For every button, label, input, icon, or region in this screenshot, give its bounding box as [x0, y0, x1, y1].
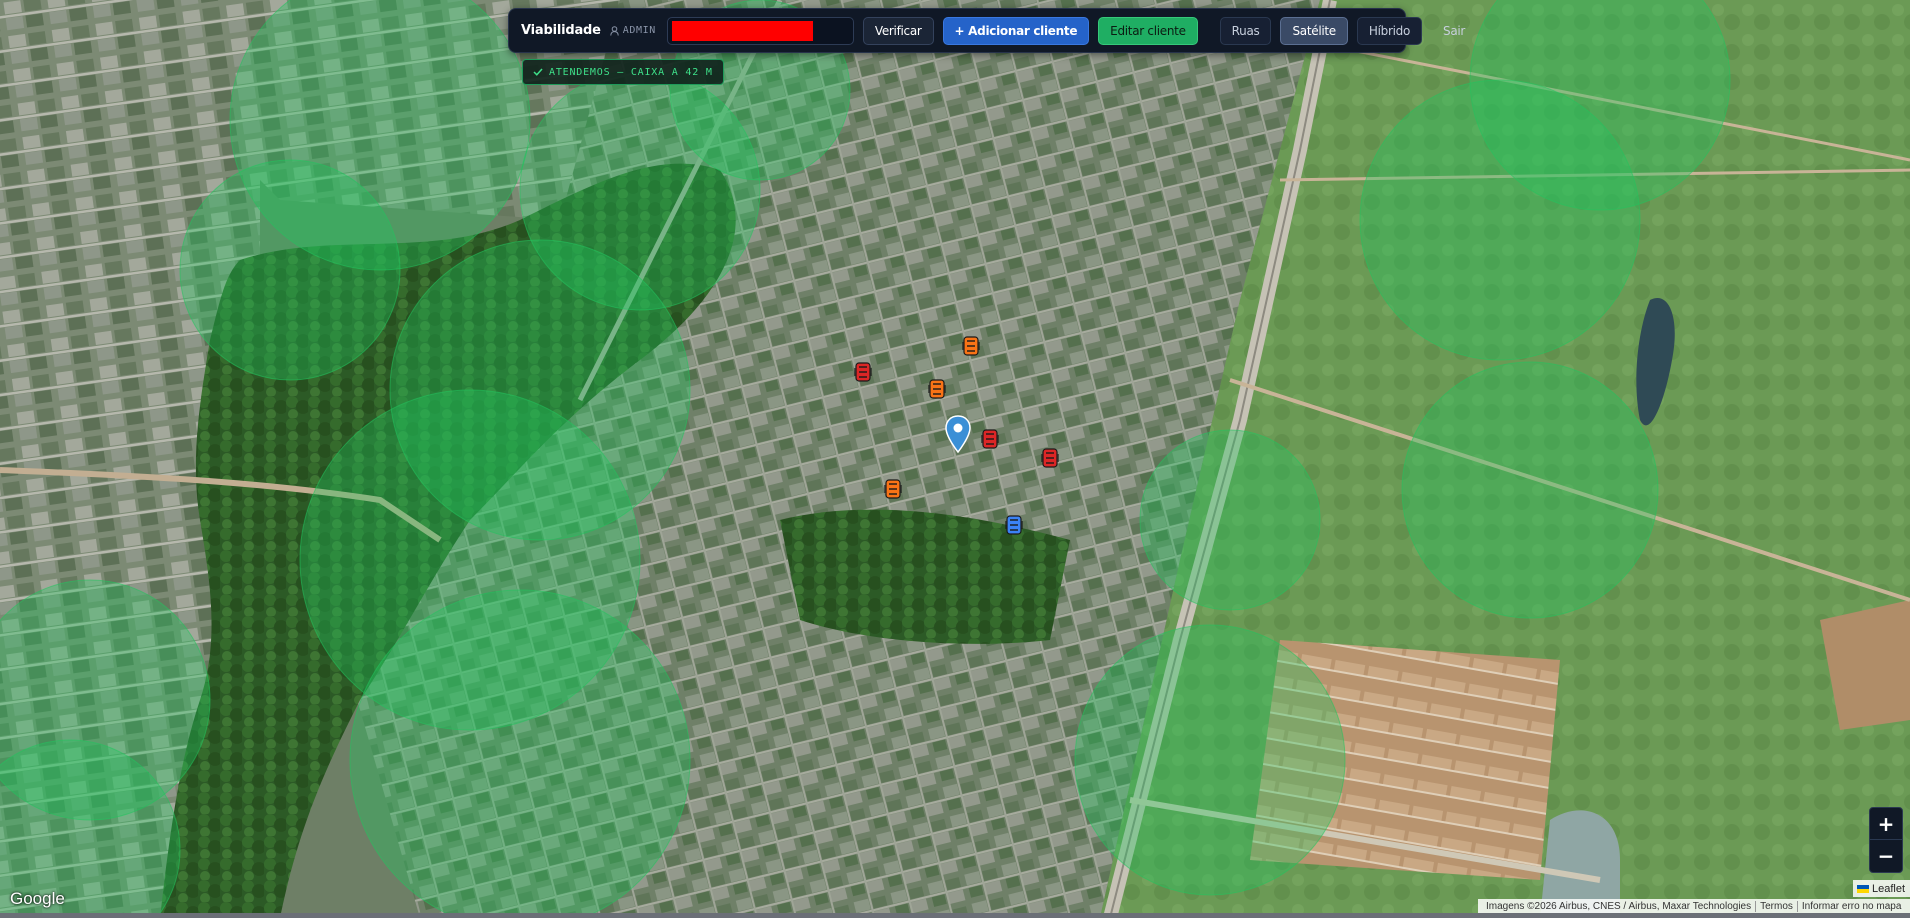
status-text: ATENDEMOS — CAIXA A 42 M: [549, 66, 713, 78]
bottom-edge: [0, 913, 1910, 918]
map-attribution: Imagens ©2026 Airbus, CNES / Airbus, Max…: [1478, 899, 1910, 913]
role-label: ADMIN: [622, 25, 656, 36]
location-pin[interactable]: [945, 415, 971, 454]
report-error-link[interactable]: Informar erro no mapa: [1796, 900, 1906, 912]
leaflet-link[interactable]: Leaflet: [1872, 883, 1905, 895]
splice-box-icon: [928, 379, 946, 399]
zoom-in-button[interactable]: +: [1870, 808, 1902, 839]
splice-box-marker-orange[interactable]: [884, 479, 902, 499]
imagery-credit: Imagens ©2026 Airbus, CNES / Airbus, Max…: [1486, 900, 1752, 912]
user-role: ADMIN: [610, 25, 656, 36]
zoom-control: + −: [1869, 807, 1903, 873]
splice-box-marker-red[interactable]: [1041, 448, 1059, 468]
add-client-button[interactable]: + Adicionar cliente: [942, 16, 1090, 45]
layer-satellite-button[interactable]: Satélite: [1280, 16, 1348, 45]
check-icon: [533, 68, 543, 76]
zoom-out-button[interactable]: −: [1870, 839, 1902, 871]
logout-button[interactable]: Sair: [1431, 17, 1477, 45]
coverage-status-badge: ATENDEMOS — CAIXA A 42 M: [522, 59, 724, 85]
map-pin-icon: [945, 415, 971, 454]
ukraine-flag-icon: [1857, 884, 1869, 893]
client-search-input[interactable]: [666, 16, 854, 45]
client-search-wrap: [666, 16, 854, 45]
verify-button[interactable]: Verificar: [862, 16, 934, 45]
splice-box-marker-orange[interactable]: [928, 379, 946, 399]
splice-box-marker-orange[interactable]: [962, 336, 980, 356]
splice-box-marker-red[interactable]: [854, 362, 872, 382]
leaflet-attribution[interactable]: Leaflet: [1853, 880, 1910, 897]
splice-box-icon: [884, 479, 902, 499]
top-toolbar: Viabilidade ADMIN Verificar + Adicionar …: [508, 8, 1465, 53]
user-icon: [610, 25, 619, 36]
satellite-imagery: [0, 0, 1910, 918]
terms-link[interactable]: Termos: [1755, 900, 1797, 912]
map-canvas[interactable]: [0, 0, 1910, 918]
layer-streets-button[interactable]: Ruas: [1219, 16, 1272, 45]
edit-client-button[interactable]: Editar cliente: [1098, 16, 1198, 45]
splice-box-icon: [962, 336, 980, 356]
google-logo: Google: [10, 889, 65, 908]
splice-box-icon: [1005, 515, 1023, 535]
splice-box-marker-blue[interactable]: [1005, 515, 1023, 535]
splice-box-marker-red[interactable]: [981, 429, 999, 449]
layer-hybrid-button[interactable]: Híbrido: [1356, 16, 1422, 45]
app-title: Viabilidade: [521, 23, 601, 38]
splice-box-icon: [1041, 448, 1059, 468]
splice-box-icon: [854, 362, 872, 382]
splice-box-icon: [981, 429, 999, 449]
